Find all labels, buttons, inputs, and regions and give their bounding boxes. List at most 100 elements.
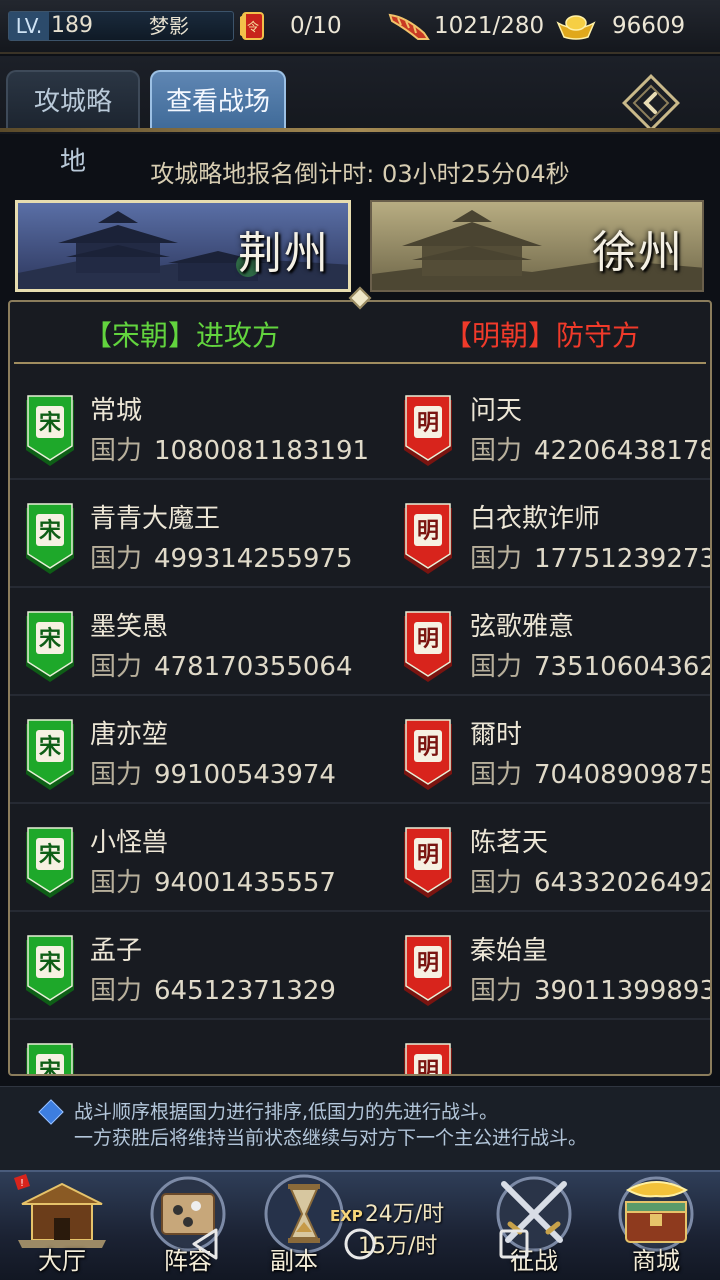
power-label: 国力 [90, 760, 143, 790]
defender-name: 爾时 [470, 720, 523, 750]
defender-power: 国力 390113998934 [470, 970, 710, 1007]
defender-side-label: 【明朝】防守方 [444, 314, 640, 354]
power-label: 国力 [470, 544, 523, 574]
svg-text:宋: 宋 [39, 1058, 61, 1076]
attacker-entry[interactable]: 宋 [10, 1020, 360, 1076]
city-card-jingzhou[interactable]: 荆州 [15, 200, 351, 292]
back-icon[interactable] [620, 72, 682, 134]
nav-shop-label: 商城 [632, 1247, 680, 1275]
player-info[interactable]: LV. 189 梦影 [8, 11, 234, 41]
horn-count: 1021/280 [434, 13, 545, 39]
matchup-row-partial[interactable]: 宋明 [10, 1020, 710, 1076]
ming-dynasty-badge-icon: 明 [404, 503, 452, 574]
battle-rules-tip: 战斗顺序根据国力进行排序,低国力的先进行战斗。 一方获胜后将维持当前状态继续与对… [0, 1086, 720, 1170]
attacker-entry[interactable]: 宋 小怪兽 国力 94001435557 [10, 804, 360, 910]
matchup-row[interactable]: 宋 墨笑愚国力 478170355064 明 弦歌雅意国力 735106043623 [10, 588, 710, 696]
attacker-power-value: 1080081183191 [154, 436, 370, 466]
defender-power: 国力 643320264924 [470, 862, 710, 899]
war-order-resource[interactable]: 令 0/10 [236, 8, 342, 44]
ming-dynasty-badge-icon: 明 [404, 935, 452, 1006]
city-card-xuzhou[interactable]: 徐州 [370, 200, 704, 292]
power-label: 国力 [90, 868, 143, 898]
power-label: 国力 [90, 544, 143, 574]
svg-text:宋: 宋 [39, 410, 61, 436]
attacker-entry[interactable]: 宋 孟子 国力 64512371329 [10, 912, 360, 1018]
attacker-entry[interactable]: 宋 青青大魔王 国力 499314255975 [10, 480, 360, 586]
defender-role: 防守方 [556, 319, 641, 352]
war-order-icon: 令 [240, 12, 264, 40]
attacker-entry[interactable]: 宋 唐亦堃 国力 99100543974 [10, 696, 360, 802]
defender-power: 国力 735106043623 [470, 646, 710, 683]
ming-dynasty-badge-icon: 明 [404, 719, 452, 790]
attacker-power: 国力 478170355064 [90, 646, 353, 683]
exp-rate-value: 24万/时 [364, 1202, 445, 1227]
matchup-list[interactable]: 宋常城国力1080081183191明问天国力422064381788宋青青大魔… [10, 372, 710, 1076]
nav-campaign-label: 征战 [510, 1247, 558, 1275]
sides-header: 【宋朝】进攻方 【明朝】防守方 [10, 302, 710, 364]
svg-text:明: 明 [417, 734, 439, 760]
attacker-power-value: 64512371329 [154, 976, 336, 1006]
power-label: 国力 [470, 976, 523, 1006]
song-dynasty-badge-icon: 宋 [26, 827, 74, 898]
ming-dynasty-badge-icon: 明 [404, 1043, 452, 1076]
matchup-row[interactable]: 宋 常城国力 1080081183191 明 问天国力 422064381788 [10, 372, 710, 480]
svg-text:明: 明 [417, 950, 439, 976]
defender-dynasty: 【明朝】 [444, 319, 557, 352]
nav-hall-label: 大厅 [38, 1247, 86, 1275]
matchup-row[interactable]: 宋 小怪兽国力 94001435557 明 陈茗天国力 643320264924 [10, 804, 710, 912]
attacker-power-value: 94001435557 [154, 868, 336, 898]
nav-shop[interactable]: 商城 [596, 1174, 716, 1280]
attacker-side-label: 【宋朝】进攻方 [84, 314, 280, 354]
attacker-entry[interactable]: 宋 墨笑愚 国力 478170355064 [10, 588, 360, 694]
defender-power: 国力 177512392730 [470, 538, 710, 575]
horn-resource[interactable]: 1021/280 [388, 8, 544, 44]
nav-campaign[interactable]: 征战 [474, 1174, 594, 1280]
defender-entry[interactable]: 明 问天国力 422064381788 [390, 372, 710, 478]
war-order-count: 0/10 [290, 13, 342, 39]
exp-tag: EXP [330, 1207, 363, 1225]
matchup-row[interactable]: 宋 孟子国力 64512371329 明 秦始皇国力 390113998934 [10, 912, 710, 1020]
gold-ingot-icon [556, 15, 596, 40]
horn-icon [388, 13, 430, 40]
attacker-power-value: 478170355064 [154, 652, 353, 682]
diamond-bullet-icon [38, 1099, 64, 1125]
tab-bar: 攻城略地 查看战场 [0, 56, 720, 177]
city-name: 徐州 [592, 227, 684, 278]
tab-siege[interactable]: 攻城略地 [6, 70, 140, 177]
song-dynasty-badge-icon: 宋 [26, 611, 74, 682]
matchup-row[interactable]: 宋 唐亦堃国力 99100543974 明 爾时国力 704089098754 [10, 696, 710, 804]
svg-text:明: 明 [417, 410, 439, 436]
ming-dynasty-badge-icon: 明 [404, 827, 452, 898]
power-label: 国力 [470, 868, 523, 898]
defender-entry[interactable]: 明 [390, 1020, 710, 1076]
defender-entry[interactable]: 明 白衣欺诈师国力 177512392730 [390, 480, 710, 586]
attacker-name: 孟子 [90, 936, 143, 966]
defender-entry[interactable]: 明 秦始皇国力 390113998934 [390, 912, 710, 1018]
defender-entry[interactable]: 明 陈茗天国力 643320264924 [390, 804, 710, 910]
defender-entry[interactable]: 明 爾时国力 704089098754 [390, 696, 710, 802]
defender-entry[interactable]: 明 弦歌雅意国力 735106043623 [390, 588, 710, 694]
attacker-power-value: 99100543974 [154, 760, 336, 790]
attacker-power: 国力 99100543974 [90, 754, 336, 791]
power-label: 国力 [90, 652, 143, 682]
nav-hall[interactable]: ! 大厅 [2, 1174, 122, 1280]
top-status-bar: LV. 189 梦影 令 0/10 1021/280 96609 [0, 0, 720, 54]
attacker-role: 进攻方 [196, 319, 281, 352]
power-label: 国力 [90, 976, 143, 1006]
svg-text:明: 明 [417, 1058, 439, 1076]
power-label: 国力 [90, 436, 143, 466]
song-dynasty-badge-icon: 宋 [26, 1043, 74, 1076]
system-back-icon[interactable] [188, 1226, 224, 1262]
attacker-power: 国力 64512371329 [90, 970, 336, 1007]
system-recents-icon[interactable] [496, 1226, 532, 1262]
attacker-entry[interactable]: 宋 常城 国力 1080081183191 [10, 372, 369, 478]
matchup-row[interactable]: 宋 青青大魔王国力 499314255975 明 白衣欺诈师国力 177512392730 [10, 480, 710, 588]
gold-resource[interactable]: 96609 [556, 8, 685, 44]
song-dynasty-badge-icon: 宋 [26, 395, 74, 466]
attacker-power: 国力 94001435557 [90, 862, 336, 899]
svg-text:宋: 宋 [39, 734, 61, 760]
tab-view-battlefield[interactable]: 查看战场 [150, 70, 286, 130]
level-tag: LV. [9, 12, 49, 40]
bottom-nav: ! 大厅 阵容 副本 EXP24万/时 15万/时 征战 商城 [0, 1170, 720, 1280]
system-home-icon[interactable] [342, 1226, 378, 1262]
